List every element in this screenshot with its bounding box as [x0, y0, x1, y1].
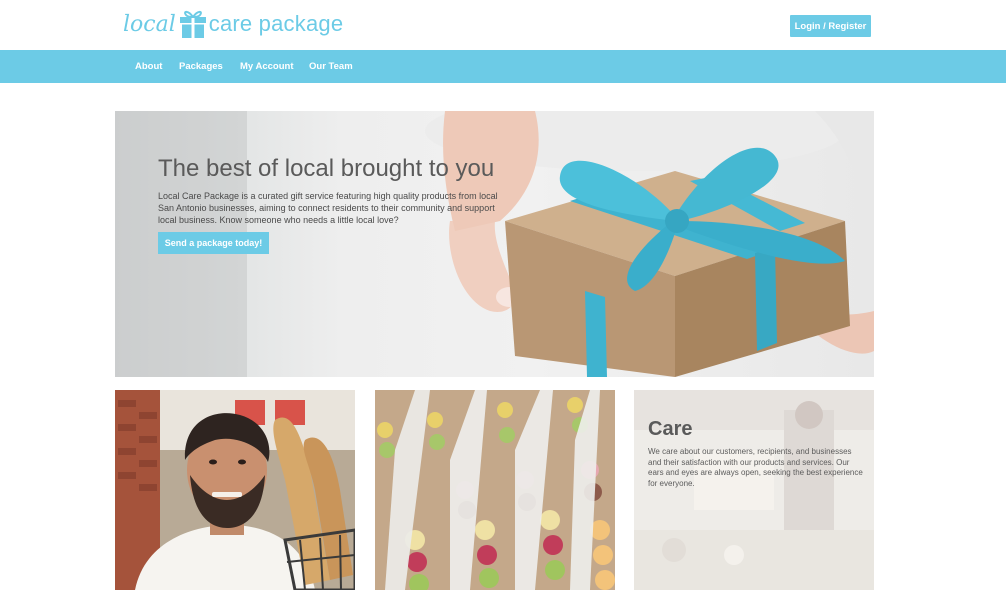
site-header: local care package Login / Register [0, 0, 1006, 50]
logo-care-package-text: care package [208, 11, 344, 36]
hero-banner: The best of local brought to you Local C… [115, 111, 874, 377]
logo-local-text: local [123, 11, 176, 37]
hero-title: The best of local brought to you [158, 155, 495, 182]
nav-item-our-team[interactable]: Our Team [309, 50, 353, 83]
gift-icon [179, 10, 206, 38]
main-nav: About Packages My Account Our Team [0, 50, 1006, 83]
hero-description: Local Care Package is a curated gift ser… [158, 191, 498, 225]
send-package-button[interactable]: Send a package today! [158, 232, 269, 254]
nav-item-about[interactable]: About [135, 50, 162, 83]
nav-item-my-account[interactable]: My Account [240, 50, 293, 83]
card-care: Care We care about our customers, recipi… [634, 390, 874, 590]
care-title: Care [648, 418, 693, 440]
site-logo[interactable]: local care package [123, 4, 343, 44]
login-register-button[interactable]: Login / Register [790, 15, 871, 37]
baker-photo [115, 390, 355, 590]
macarons-photo [375, 390, 615, 590]
care-description: We care about our customers, recipients,… [648, 447, 863, 488]
card-baker-image [115, 390, 355, 590]
card-macarons-image [375, 390, 615, 590]
nav-item-packages[interactable]: Packages [179, 50, 223, 83]
